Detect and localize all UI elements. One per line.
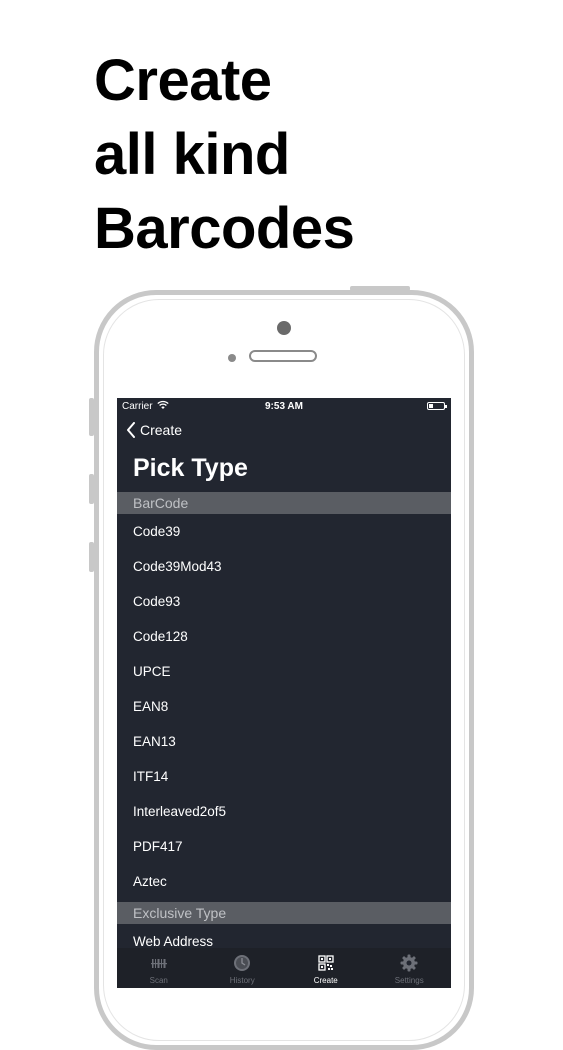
tab-history[interactable]: History [201, 948, 285, 988]
app-screen: Carrier 9:53 AM Create Pick Type BarCode… [117, 398, 451, 988]
list-item-ean13[interactable]: EAN13 [117, 724, 451, 759]
headline: Create all kind Barcodes [94, 44, 355, 266]
list-item-ean8[interactable]: EAN8 [117, 689, 451, 724]
list-item-code39mod43[interactable]: Code39Mod43 [117, 549, 451, 584]
back-button[interactable]: Create [126, 422, 182, 438]
tab-scan[interactable]: Scan [117, 948, 201, 988]
section-header-exclusive-type: Exclusive Type [117, 902, 451, 924]
tab-settings-label: Settings [394, 976, 424, 985]
headline-line-3: Barcodes [94, 196, 355, 261]
tab-settings[interactable]: Settings [368, 948, 452, 988]
clock-time: 9:53 AM [265, 401, 303, 412]
earpiece-speaker [249, 350, 317, 362]
battery-icon [427, 402, 447, 410]
tab-create[interactable]: Create [284, 948, 368, 988]
chevron-left-icon [127, 422, 135, 438]
list-item-interleaved2of5[interactable]: Interleaved2of5 [117, 794, 451, 829]
headline-line-1: Create [94, 48, 272, 113]
page-title: Pick Type [133, 454, 248, 482]
list-item-upce[interactable]: UPCE [117, 654, 451, 689]
list-item-code93[interactable]: Code93 [117, 584, 451, 619]
qr-code-icon [318, 955, 334, 971]
gear-icon [400, 954, 418, 972]
section-header-barcode: BarCode [117, 492, 451, 514]
list-item-pdf417[interactable]: PDF417 [117, 829, 451, 864]
list-item-code39[interactable]: Code39 [117, 514, 451, 549]
tab-create-label: Create [313, 976, 338, 985]
clock-icon [234, 955, 251, 971]
tab-bar: Scan History Create Settings [117, 948, 451, 988]
back-button-label: Create [140, 422, 183, 438]
list-item-aztec[interactable]: Aztec [117, 864, 451, 899]
status-bar: Carrier 9:53 AM [117, 398, 451, 416]
list-item-itf14[interactable]: ITF14 [117, 759, 451, 794]
front-camera [277, 321, 291, 335]
proximity-sensor [228, 354, 236, 362]
tab-history-label: History [229, 976, 255, 985]
headline-line-2: all kind [94, 122, 290, 187]
tab-scan-label: Scan [149, 976, 168, 985]
list-item-code128[interactable]: Code128 [117, 619, 451, 654]
barcode-scan-icon [150, 959, 167, 968]
